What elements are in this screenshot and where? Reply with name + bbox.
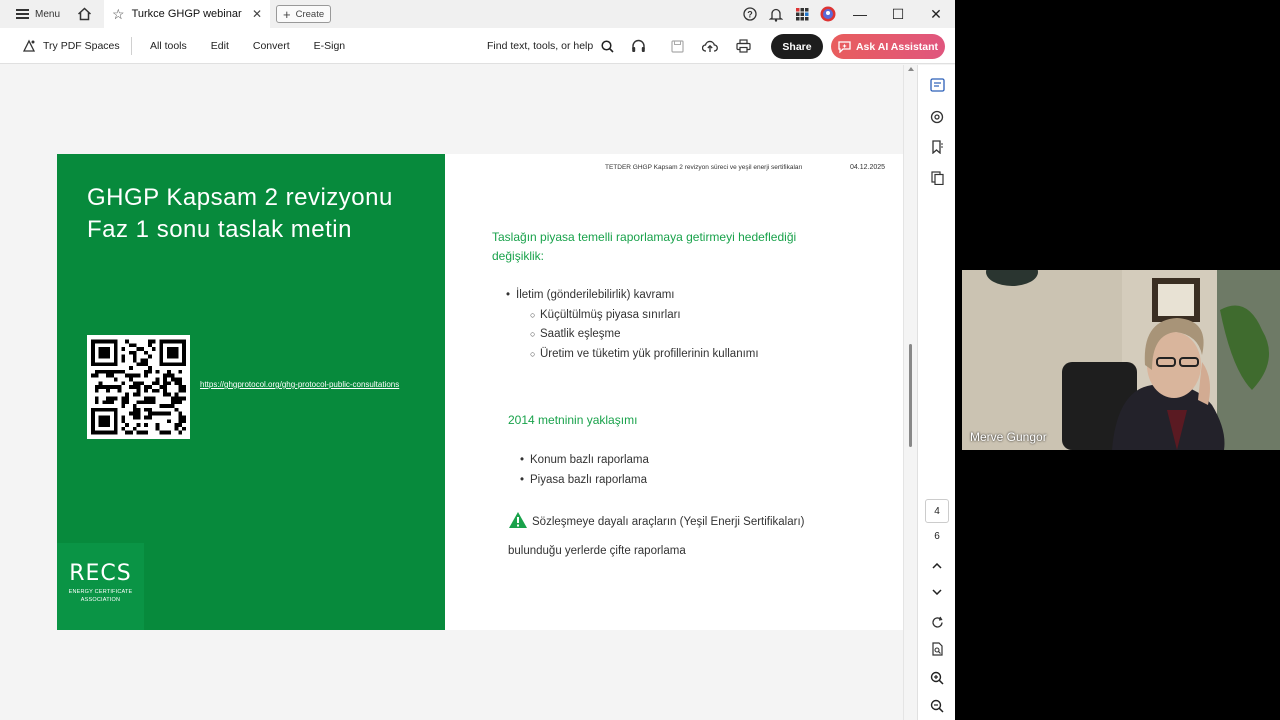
webcam-feed — [962, 270, 1280, 450]
share-button[interactable]: Share — [771, 34, 823, 59]
rotate-icon[interactable] — [927, 612, 947, 632]
bookmark-icon[interactable] — [927, 137, 947, 157]
consultations-link[interactable]: https://ghgprotocol.org/ghg-protocol-pub… — [200, 380, 399, 389]
nav-edit[interactable]: Edit — [199, 40, 241, 52]
list-item-text: Küçültülmüş piyasa sınırları — [540, 308, 681, 321]
list-item: • Piyasa bazlı raporlama — [520, 474, 647, 486]
star-icon[interactable]: ☆ — [112, 6, 125, 23]
zoom-out-icon[interactable] — [927, 696, 947, 716]
nav-all-tools[interactable]: All tools — [138, 40, 199, 52]
zoom-in-icon[interactable] — [927, 668, 947, 688]
document-viewport[interactable]: GHGP Kapsam 2 revizyonu Faz 1 sonu tasla… — [0, 65, 917, 720]
warning-text: Sözleşmeye dayalı araçların (Yeşil Enerj… — [508, 516, 805, 557]
avatar[interactable] — [815, 0, 841, 28]
comment-panel-icon[interactable] — [927, 75, 947, 95]
list-item: ○ Küçültülmüş piyasa sınırları — [530, 308, 681, 321]
recs-logo-sub1: ENERGY CERTIFICATE — [68, 589, 133, 595]
warning-note: Sözleşmeye dayalı araçların (Yeşil Enerj… — [508, 510, 848, 564]
pages-icon[interactable] — [927, 168, 947, 188]
nav-convert[interactable]: Convert — [241, 40, 302, 52]
create-button[interactable]: + Create — [276, 5, 332, 23]
find-search[interactable]: Find text, tools, or help — [487, 28, 614, 64]
slide-header-text: TETDER GHGP Kapsam 2 revizyon süreci ve … — [605, 164, 803, 171]
recs-logo: RECS ENERGY CERTIFICATE ASSOCIATION — [57, 543, 144, 630]
list-item-text: Piyasa bazlı raporlama — [530, 474, 647, 486]
home-icon[interactable] — [70, 0, 98, 28]
toolbar-divider — [131, 36, 132, 55]
menu-label: Menu — [35, 8, 61, 20]
qr-code — [87, 335, 190, 439]
document-tab[interactable]: ☆ Turkce GHGP webinar ✕ — [104, 0, 271, 28]
list-item-text: İletim (gönderilebilirlik) kavramı — [516, 289, 675, 301]
next-page-icon[interactable] — [927, 582, 947, 602]
pdf-page-slide: GHGP Kapsam 2 revizyonu Faz 1 sonu tasla… — [57, 154, 903, 630]
save-icon[interactable] — [663, 28, 691, 64]
pdf-spaces-button[interactable]: Try PDF Spaces — [0, 39, 131, 53]
slide-heading: Taslağın piyasa temelli raporlamaya geti… — [492, 230, 797, 263]
scrollbar-thumb[interactable] — [909, 344, 912, 447]
spaces-label: Try PDF Spaces — [43, 39, 120, 52]
slide-date: 04.12.2025 — [850, 164, 886, 171]
headphones-icon[interactable] — [624, 28, 652, 64]
slide-title-line2: Faz 1 sonu taslak metin — [87, 216, 352, 243]
recs-logo-sub2: ASSOCIATION — [80, 597, 121, 603]
ai-chat-icon — [838, 40, 851, 53]
title-bar: Menu ☆ Turkce GHGP webinar ✕ + Create ? — [0, 0, 955, 28]
close-window-button[interactable]: ✕ — [917, 0, 955, 28]
scroll-up-arrow[interactable] — [908, 67, 914, 71]
menu-button[interactable]: Menu — [0, 0, 70, 28]
nav-esign[interactable]: E-Sign — [302, 40, 358, 52]
participant-name: Merve Gungor — [970, 430, 1047, 444]
page-scan-icon[interactable] — [927, 639, 947, 659]
slide-green-panel: GHGP Kapsam 2 revizyonu Faz 1 sonu tasla… — [57, 154, 445, 630]
ai-label: Ask AI Assistant — [855, 40, 939, 53]
right-rail: 4 6 — [917, 65, 955, 720]
search-icon — [601, 39, 614, 53]
previous-page-icon[interactable] — [927, 556, 947, 576]
bell-icon[interactable] — [763, 0, 789, 28]
total-pages: 6 — [934, 531, 940, 542]
ask-ai-assistant-button[interactable]: Ask AI Assistant — [831, 34, 945, 59]
list-item: • Konum bazlı raporlama — [520, 454, 649, 466]
spaces-icon — [22, 39, 36, 52]
webcam-video-tile: Merve Gungor — [962, 270, 1280, 450]
slide-title: GHGP Kapsam 2 revizyonu Faz 1 sonu tasla… — [87, 182, 437, 246]
recs-logo-text: RECS — [69, 561, 132, 586]
vertical-scrollbar[interactable] — [903, 65, 917, 720]
plus-icon: + — [283, 6, 291, 22]
hamburger-icon — [16, 9, 29, 19]
close-tab-icon[interactable]: ✕ — [252, 7, 262, 21]
print-icon[interactable] — [729, 28, 757, 64]
warning-icon — [508, 511, 528, 539]
create-label: Create — [295, 8, 325, 20]
slide-heading-2: 2014 metninin yaklaşımı — [508, 413, 638, 427]
help-icon[interactable]: ? — [737, 0, 763, 28]
list-item: ○ Saatlik eşleşme — [530, 328, 621, 340]
apps-grid-icon[interactable] — [789, 0, 815, 28]
list-item-text: Saatlik eşleşme — [540, 328, 621, 340]
bullet-list-2014: • Konum bazlı raporlama • Piyasa bazlı rap… — [520, 450, 649, 490]
find-label: Find text, tools, or help — [487, 40, 594, 52]
tab-title: Turkce GHGP webinar — [131, 8, 242, 20]
list-item: • İletim (gönderilebilirlik) kavramı — [506, 289, 675, 301]
list-item-text: Üretim ve tüketim yük profillerinin kull… — [540, 347, 759, 360]
current-page-input[interactable]: 4 — [925, 499, 949, 523]
link-icon[interactable] — [927, 107, 947, 127]
minimize-button[interactable]: — — [841, 0, 879, 28]
svg-text:?: ? — [747, 10, 753, 20]
list-item: ○ Üretim ve tüketim yük profillerinin kul… — [530, 347, 759, 360]
list-item-text: Konum bazlı raporlama — [530, 454, 649, 466]
slide-title-line1: GHGP Kapsam 2 revizyonu — [87, 184, 393, 211]
titlebar-right: ? — ☐ ✕ — [737, 0, 955, 28]
bullet-list-main: • İletim (gönderilebilirlik) kavramı ○ Küç… — [506, 286, 759, 364]
maximize-button[interactable]: ☐ — [879, 0, 917, 28]
main-toolbar: Try PDF Spaces All tools Edit Convert E-… — [0, 28, 955, 64]
upload-cloud-icon[interactable] — [696, 28, 724, 64]
acrobat-window: Menu ☆ Turkce GHGP webinar ✕ + Create ? — [0, 0, 955, 720]
